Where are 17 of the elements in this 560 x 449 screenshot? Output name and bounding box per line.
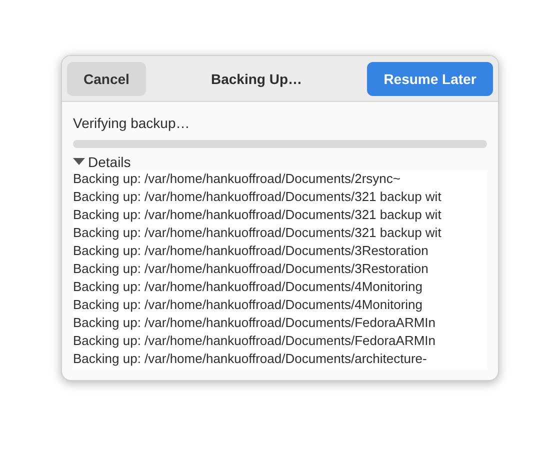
- status-text: Verifying backup…: [73, 115, 191, 133]
- expander-triangle-icon: [73, 158, 85, 166]
- cancel-button[interactable]: Cancel: [67, 62, 146, 96]
- details-expander[interactable]: Details: [73, 154, 487, 170]
- resume-later-button[interactable]: Resume Later: [366, 62, 493, 96]
- log-line: Backing up: /var/home/hankuoffroad/Documents/4Monitoring: [73, 278, 424, 296]
- log-line: Backing up: /var/home/hankuoffroad/Documents/FedoraARMIn: [73, 314, 437, 332]
- log-line: Backing up: /var/home/hankuoffroad/Documents/3Restoration: [73, 242, 430, 260]
- dialog-title: Backing Up…: [210, 70, 302, 86]
- log-line: Backing up: /var/home/hankuoffroad/Documents/321 backup wit: [73, 188, 442, 206]
- log-line: Backing up: /var/home/hankuoffroad/Documents/321 backup wit: [73, 224, 442, 242]
- log-line: Backing up: /var/home/hankuoffroad/Documents/321 backup wit: [73, 206, 442, 224]
- log-line: Backing up: /var/home/hankuoffroad/Documents/architecture-: [73, 350, 428, 368]
- log-line: Backing up: /var/home/hankuoffroad/Documents/3Restoration: [73, 260, 430, 278]
- log-line: Backing up: /var/home/hankuoffroad/Documents/4Monitoring: [73, 296, 424, 314]
- log-line: Backing up: /var/home/hankuoffroad/Documents/2rsync~: [73, 170, 402, 188]
- log-line: Backing up: /var/home/hankuoffroad/Documents/FedoraARMIn: [73, 332, 437, 350]
